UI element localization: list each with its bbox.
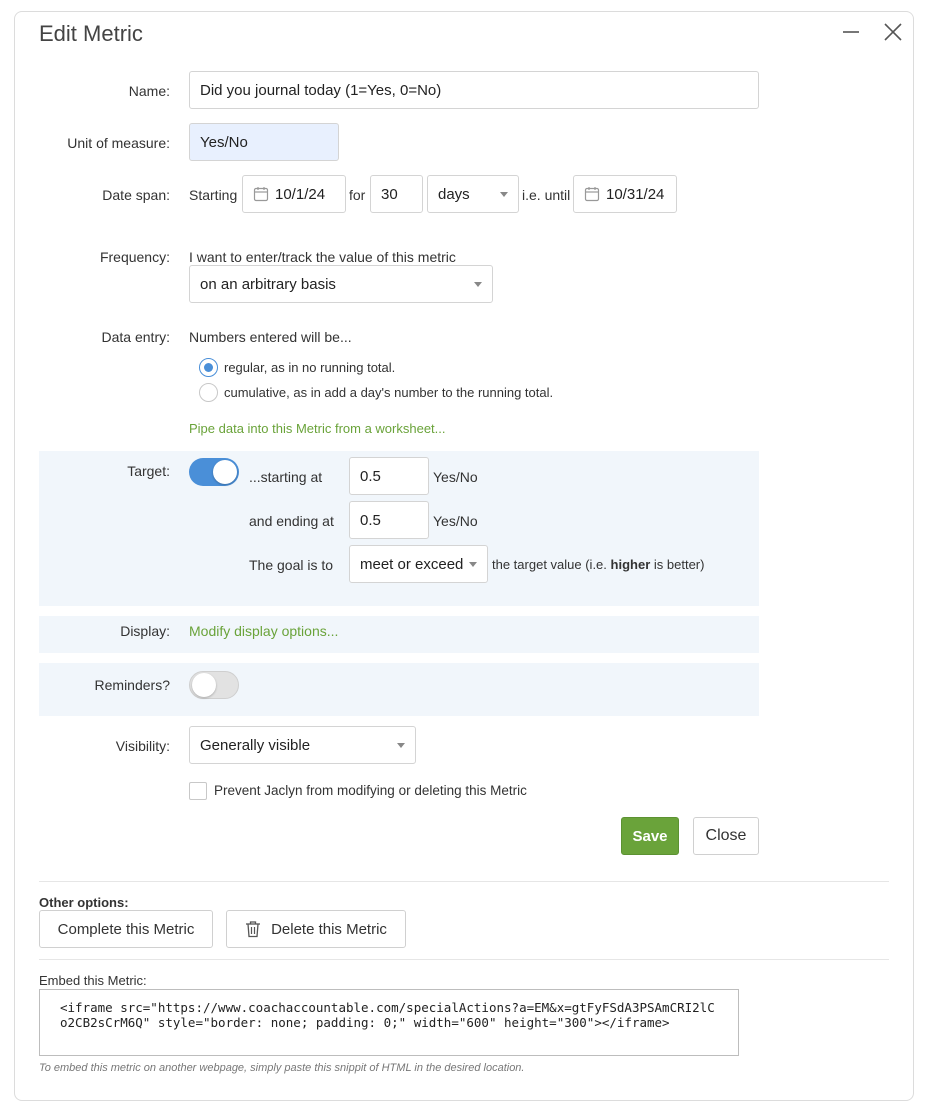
edit-metric-dialog: Edit Metric Name: Did you journal today … <box>14 11 914 1101</box>
end-date-input[interactable]: 10/31/24 <box>573 175 677 213</box>
target-starting-label: ...starting at <box>249 469 323 485</box>
divider <box>39 881 889 882</box>
target-end-input[interactable]: 0.5 <box>349 501 429 539</box>
target-end-unit: Yes/No <box>433 513 478 529</box>
save-button[interactable]: Save <box>621 817 679 855</box>
unit-input[interactable]: Yes/No <box>189 123 339 161</box>
chevron-down-icon <box>397 743 405 748</box>
embed-code-box[interactable]: <iframe src="https://www.coachaccountabl… <box>39 989 739 1056</box>
target-label: Target: <box>127 463 170 479</box>
target-start-input[interactable]: 0.5 <box>349 457 429 495</box>
radio-cumulative[interactable] <box>199 383 218 402</box>
until-text: i.e. until <box>522 187 571 203</box>
target-toggle[interactable] <box>189 458 239 486</box>
chevron-down-icon <box>500 192 508 197</box>
radio-regular-label: regular, as in no running total. <box>224 360 396 375</box>
visibility-label: Visibility: <box>115 738 170 754</box>
unit-label: Unit of measure: <box>67 135 170 151</box>
embed-note: To embed this metric on another webpage,… <box>39 1062 525 1074</box>
minimize-icon[interactable] <box>839 20 863 44</box>
display-label: Display: <box>120 623 170 639</box>
prevent-label: Prevent Jaclyn from modifying or deletin… <box>214 783 527 798</box>
radio-cumulative-label: cumulative, as in add a day's number to … <box>224 385 554 400</box>
reminders-label: Reminders? <box>94 677 170 693</box>
dialog-title: Edit Metric <box>39 21 143 46</box>
goal-label: The goal is to <box>249 557 334 573</box>
name-label: Name: <box>128 83 170 99</box>
start-date-value: 10/1/24 <box>275 185 326 203</box>
prevent-checkbox[interactable] <box>189 782 207 800</box>
target-start-unit: Yes/No <box>433 469 478 485</box>
goal-select[interactable]: meet or exceed <box>349 545 488 583</box>
frequency-label: Frequency: <box>99 249 170 265</box>
name-input[interactable]: Did you journal today (1=Yes, 0=No) <box>189 71 759 109</box>
close-icon[interactable] <box>881 20 905 44</box>
complete-metric-button[interactable]: Complete this Metric <box>39 910 213 948</box>
for-text: for <box>349 187 366 203</box>
frequency-value: on an arbitrary basis <box>200 275 336 293</box>
span-period-select[interactable]: days <box>427 175 519 213</box>
delete-metric-button[interactable]: Delete this Metric <box>226 910 406 948</box>
date-span-label: Date span: <box>102 187 170 203</box>
start-date-input[interactable]: 10/1/24 <box>242 175 346 213</box>
data-entry-label: Data entry: <box>101 329 170 345</box>
calendar-icon <box>253 187 269 202</box>
goal-value: meet or exceed <box>360 555 464 573</box>
goal-description: the target value (i.e. higher is better) <box>492 557 705 572</box>
frequency-description: I want to enter/track the value of this … <box>189 249 456 265</box>
frequency-select[interactable]: on an arbitrary basis <box>189 265 493 303</box>
radio-regular[interactable] <box>199 358 218 377</box>
starting-text: Starting <box>189 187 238 203</box>
divider <box>39 959 889 960</box>
reminders-toggle[interactable] <box>189 671 239 699</box>
embed-heading: Embed this Metric: <box>39 973 147 988</box>
visibility-value: Generally visible <box>200 736 311 754</box>
end-date-value: 10/31/24 <box>606 185 665 203</box>
chevron-down-icon <box>474 282 482 287</box>
display-options-link[interactable]: Modify display options... <box>189 623 338 639</box>
delete-metric-label: Delete this Metric <box>271 920 387 938</box>
span-period-value: days <box>438 185 470 203</box>
target-ending-label: and ending at <box>249 513 334 529</box>
close-button[interactable]: Close <box>693 817 759 855</box>
span-count-input[interactable]: 30 <box>370 175 423 213</box>
calendar-icon <box>584 187 600 202</box>
trash-icon <box>246 921 261 938</box>
pipe-data-link[interactable]: Pipe data into this Metric from a worksh… <box>189 421 446 436</box>
visibility-select[interactable]: Generally visible <box>189 726 416 764</box>
chevron-down-icon <box>469 562 477 567</box>
other-options-heading: Other options: <box>39 895 129 910</box>
data-entry-description: Numbers entered will be... <box>189 329 352 345</box>
